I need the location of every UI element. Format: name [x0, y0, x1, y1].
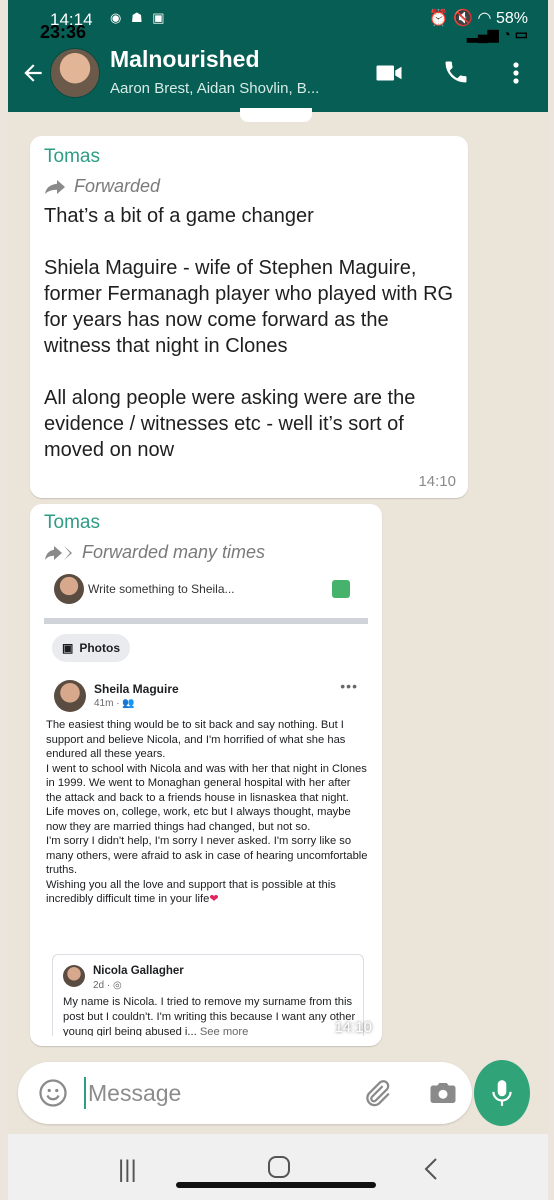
sender-name[interactable]: Tomas	[44, 146, 456, 168]
message-bubble[interactable]: Tomas Forwarded That’s a bit of a game c…	[30, 136, 468, 498]
chat-screen: 14:14 23:36 ◉ ☗ ▣ ⏰ 🔇 ◠ 58% ▂▄▆ ◔ ▭ Maln…	[8, 0, 548, 1200]
post-author-avatar	[54, 680, 86, 712]
fb-photos-button: ▣ Photos	[52, 634, 130, 662]
shared-post: Nicola Gallagher 2d · ◎ My name is Nicol…	[52, 954, 364, 1036]
forwarded-many-label: Forwarded many times	[44, 542, 374, 563]
mute-icon: 🔇	[453, 10, 474, 27]
sender-name[interactable]: Tomas	[44, 512, 374, 534]
message-bubble-image[interactable]: Tomas Forwarded many times Write somethi…	[30, 504, 382, 1046]
attach-icon[interactable]	[362, 1078, 392, 1108]
friends-icon: 👥	[122, 698, 135, 709]
shared-author-avatar	[63, 965, 85, 987]
photo-icon	[332, 580, 350, 598]
recent-apps-icon[interactable]: |||	[118, 1156, 137, 1184]
post-text: The easiest thing would be to sit back a…	[46, 719, 368, 905]
battery-level: ⏰ 🔇 ◠ 58%	[429, 8, 528, 28]
globe-icon: ◎	[113, 980, 122, 991]
wifi-icon: ◠	[477, 10, 492, 27]
forwarded-label: Forwarded	[44, 176, 456, 197]
heart-icon: ❤	[209, 893, 219, 905]
text-caret	[84, 1077, 86, 1109]
shared-author: Nicola Gallagher	[93, 965, 184, 977]
signal-icons: ▂▄▆ ◔ ▭	[467, 26, 528, 42]
see-more-link: See more	[199, 1026, 249, 1036]
video-call-icon[interactable]	[374, 58, 404, 88]
fb-write-row: Write something to Sheila...	[44, 568, 368, 612]
camera-icon[interactable]	[428, 1078, 458, 1108]
phone-icon[interactable]	[442, 58, 472, 88]
photos-icon: ▣	[61, 641, 74, 655]
chat-title[interactable]: Malnourished	[110, 46, 260, 73]
message-text: That’s a bit of a game changer Shiela Ma…	[44, 205, 454, 461]
photos-label: Photos	[79, 641, 120, 655]
chat-participants[interactable]: Aaron Brest, Aidan Shovlin, B...	[110, 80, 319, 97]
system-nav-bar: |||	[8, 1134, 548, 1200]
date-chip	[240, 108, 312, 122]
status-time-overlay: 23:36	[40, 22, 87, 42]
forwarded-text: Forwarded	[74, 176, 161, 196]
group-avatar[interactable]	[50, 48, 100, 98]
back-nav-icon[interactable]	[422, 1156, 440, 1189]
fb-divider	[44, 618, 368, 624]
app-header: 14:14 23:36 ◉ ☗ ▣ ⏰ 🔇 ◠ 58% ▂▄▆ ◔ ▭ Maln…	[8, 0, 548, 112]
battery-text: 58%	[495, 10, 528, 27]
emoji-icon[interactable]	[38, 1078, 68, 1108]
shared-meta: 2d · ◎	[93, 980, 122, 991]
post-options-icon: •••	[340, 678, 358, 694]
notification-icons: ◉ ☗ ▣	[110, 10, 168, 25]
status-bar: 14:14 23:36 ◉ ☗ ▣ ⏰ 🔇 ◠ 58% ▂▄▆ ◔ ▭	[8, 0, 548, 44]
back-arrow-icon[interactable]	[20, 60, 46, 91]
shared-body: My name is Nicola. I tried to remove my …	[63, 995, 357, 1036]
post-author: Sheila Maguire	[94, 682, 179, 696]
fb-write-prompt: Write something to Sheila...	[88, 582, 235, 596]
facebook-screenshot[interactable]: Write something to Sheila... ▣ Photos Sh…	[38, 566, 374, 1036]
post-meta: 41m · 👥	[94, 698, 135, 709]
home-indicator	[176, 1182, 376, 1188]
mic-icon	[492, 1080, 512, 1106]
fb-avatar	[54, 574, 84, 604]
shared-time: 2d ·	[93, 980, 114, 991]
message-composer[interactable]: Message	[18, 1062, 472, 1124]
mic-button[interactable]	[474, 1060, 530, 1126]
alarm-icon: ⏰	[428, 10, 449, 27]
post-time: 41m ·	[94, 698, 123, 709]
post-body: The easiest thing would be to sit back a…	[46, 718, 368, 907]
message-time: 14:10	[334, 1019, 372, 1036]
more-vert-icon[interactable]	[504, 58, 534, 88]
forward-many-icon	[45, 545, 72, 560]
forward-icon	[45, 179, 65, 194]
message-input[interactable]: Message	[88, 1080, 181, 1107]
message-time: 14:10	[418, 473, 456, 490]
forwarded-text: Forwarded many times	[82, 542, 266, 562]
